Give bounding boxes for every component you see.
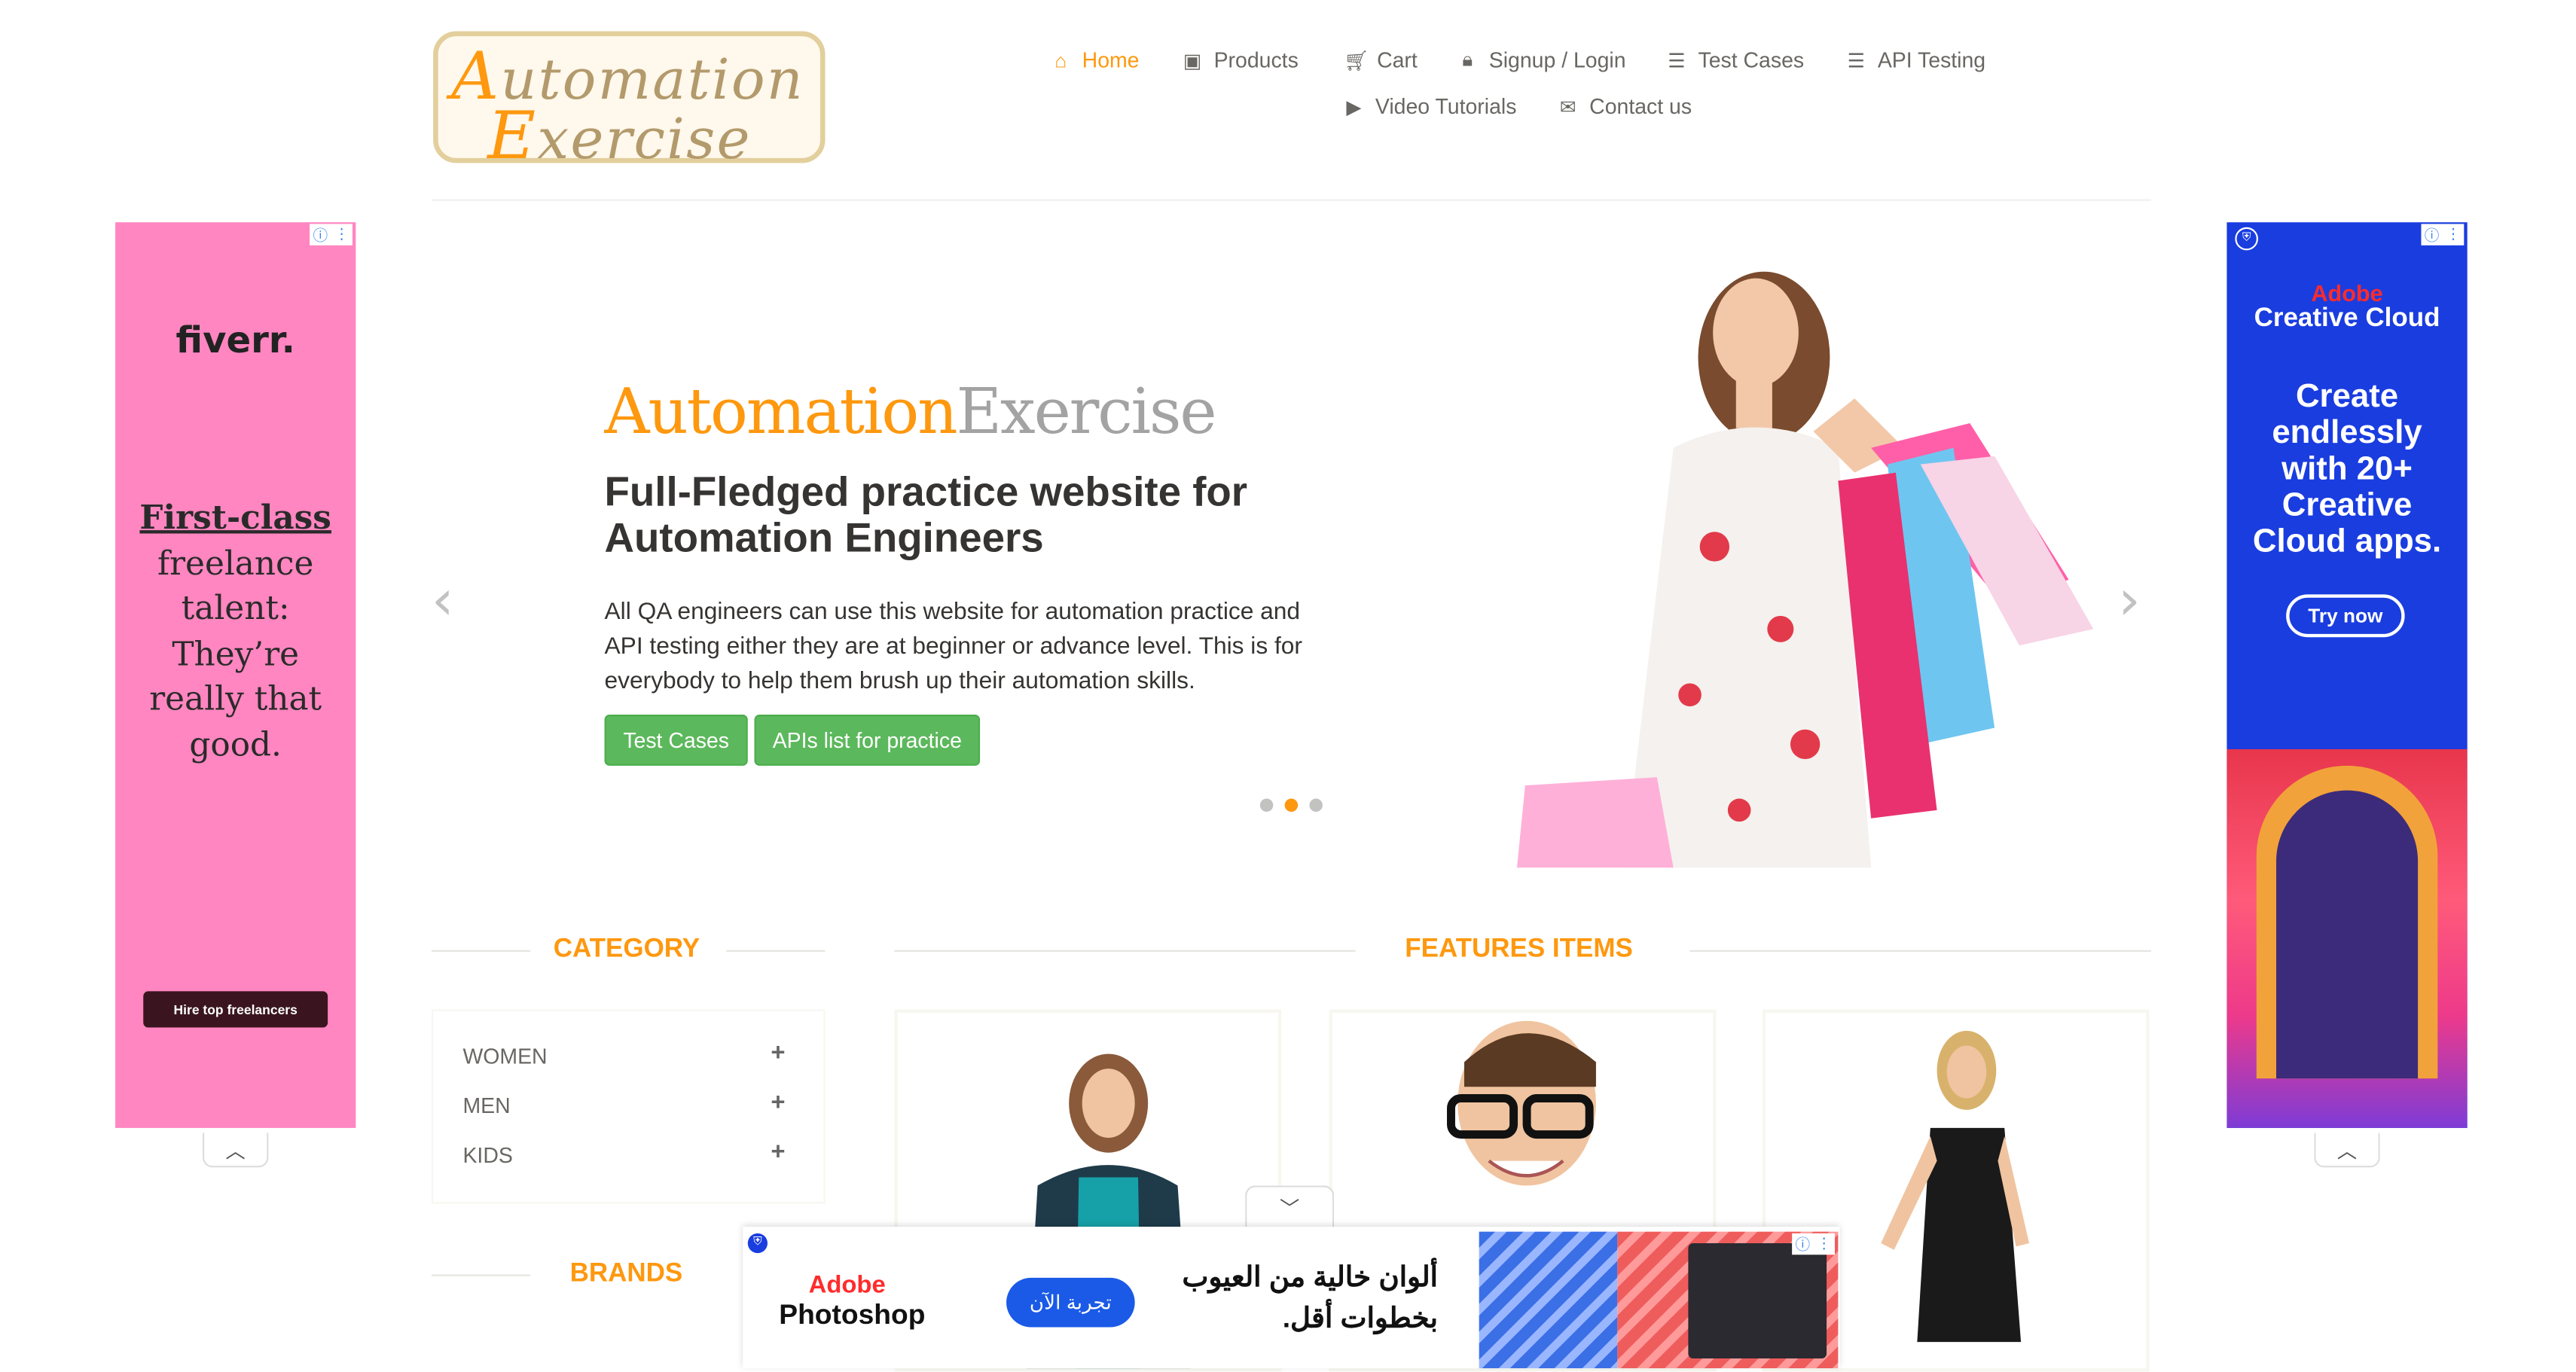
ad-image-panel	[1688, 1242, 1827, 1359]
ad-cta-button[interactable]: Hire top freelancers	[143, 991, 328, 1028]
hero-text: All QA engineers can use this website fo…	[604, 599, 1302, 695]
brands-title: BRANDS	[569, 1259, 683, 1288]
ad-brand-photoshop: Photoshop	[779, 1299, 926, 1331]
list-icon: ☰	[1668, 48, 1686, 72]
lock-icon: 🔒︎	[1462, 47, 1473, 72]
divider	[726, 950, 826, 952]
nav-contact-us[interactable]: ✉ Contact us	[1556, 94, 1692, 119]
category-panel: WOMEN + MEN + KIDS +	[431, 1009, 826, 1204]
carousel-dot-3[interactable]	[1309, 798, 1323, 813]
nav-home[interactable]: ⌂ Home	[1049, 47, 1139, 72]
nav-test-cases[interactable]: ☰ Test Cases	[1665, 47, 1804, 72]
ad-info-icon[interactable]: ⓘ ⋮	[1792, 1233, 1835, 1255]
shield-icon: ⛨	[2235, 227, 2258, 251]
ad-brand-adobe: Adobe	[808, 1271, 886, 1300]
ad-info-icon[interactable]: ⓘ ⋮	[2421, 224, 2465, 245]
logo-line-2: Exercise	[487, 99, 752, 175]
hero-image-shopping-girl	[1427, 201, 2102, 868]
carousel-next-arrow[interactable]: ›	[2118, 568, 2141, 633]
apis-list-button[interactable]: APIs list for practice	[754, 715, 981, 766]
ad-info-icon[interactable]: ⓘ ⋮	[310, 224, 353, 245]
ad-headline: Create endlessly with 20+ Creative Cloud…	[2252, 378, 2442, 560]
hero-title: AutomationExercise	[604, 375, 1217, 448]
site-logo[interactable]: Automation Exercise	[433, 31, 826, 175]
divider	[1689, 950, 2151, 952]
ad-text: First-class freelance talent: They’re re…	[139, 497, 331, 764]
test-cases-button[interactable]: Test Cases	[604, 715, 748, 766]
nav-signup-login[interactable]: 🔒︎ Signup / Login	[1456, 47, 1625, 72]
divider	[431, 950, 531, 952]
ad-text: ألوان خالية من العيوب بخطوات أقل.	[1182, 1261, 1438, 1334]
carousel-dot-1[interactable]	[1259, 798, 1274, 813]
cart-icon: 🛒︎	[1344, 48, 1369, 72]
ad-try-now-button[interactable]: تجربة الآن	[1006, 1277, 1135, 1328]
carousel-indicators	[1259, 798, 1323, 813]
ad-brand: fiverr.	[175, 321, 295, 363]
nav-cart[interactable]: 🛒︎ Cart	[1344, 47, 1417, 72]
nav-api-testing[interactable]: ☰ API Testing	[1845, 47, 1986, 72]
hero-heading: Full-Fledged practice website for Automa…	[604, 469, 1248, 562]
ad-left-fiverr[interactable]: ⓘ ⋮ fiverr. First-class freelance talent:…	[115, 222, 356, 1128]
ad-right-adobe[interactable]: ⛨ ⓘ ⋮ Adobe Creative Cloud Create endless…	[2227, 222, 2468, 1128]
ad-image	[1479, 1231, 1618, 1369]
category-women[interactable]: WOMEN	[462, 1044, 547, 1069]
carousel-dot-2[interactable]	[1284, 798, 1299, 813]
plus-icon[interactable]: +	[771, 1138, 785, 1166]
features-title: FEATURES ITEMS	[1405, 935, 1633, 964]
category-men[interactable]: MEN	[462, 1093, 510, 1118]
nav-products[interactable]: ▣ Products	[1181, 47, 1299, 72]
category-title: CATEGORY	[553, 935, 700, 964]
ad-try-now-button[interactable]: Try now	[2286, 594, 2405, 638]
ad-bottom-photoshop[interactable]: ⛨ Adobe Photoshop تجربة الآن ألوان خالية…	[743, 1227, 1840, 1369]
nav-video-tutorials[interactable]: ▶ Video Tutorials	[1342, 94, 1516, 119]
youtube-icon: ▶	[1346, 94, 1362, 118]
carousel-prev-arrow[interactable]: ‹	[432, 568, 454, 633]
home-icon: ⌂	[1055, 48, 1067, 72]
briefcase-icon: ▣	[1183, 48, 1202, 72]
divider	[894, 950, 1356, 952]
plus-icon[interactable]: +	[771, 1039, 785, 1067]
ad-right-collapse-chevron-up-icon[interactable]: ︿	[2314, 1133, 2380, 1168]
list-icon: ☰	[1847, 48, 1866, 72]
divider	[431, 1274, 531, 1276]
category-kids[interactable]: KIDS	[462, 1143, 512, 1168]
ad-bottom-collapse-chevron-down-icon[interactable]: ﹀	[1245, 1185, 1335, 1229]
ad-left-collapse-chevron-up-icon[interactable]: ︿	[202, 1133, 269, 1168]
shield-icon: ⛨	[747, 1233, 768, 1254]
ad-brand-adobe: Adobe	[2311, 279, 2383, 306]
envelope-icon: ✉	[1559, 94, 1576, 118]
ad-brand-cc: Creative Cloud	[2254, 304, 2440, 333]
ad-artwork-inner	[2276, 790, 2419, 1079]
plus-icon[interactable]: +	[771, 1088, 785, 1116]
